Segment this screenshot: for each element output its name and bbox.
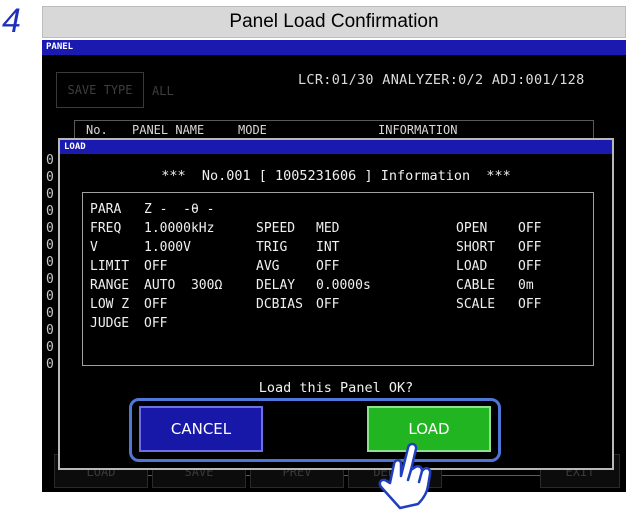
param-label-limit: LIMIT <box>90 259 130 274</box>
row-marker: 0 <box>46 170 54 185</box>
param-value-freq: 1.0000kHz <box>144 221 215 236</box>
row-marker: 0 <box>46 187 54 202</box>
save-type-button[interactable]: SAVE TYPE <box>56 72 144 108</box>
param-label-low-z: LOW Z <box>90 297 130 312</box>
param-label-trig: TRIG <box>256 240 288 255</box>
column-header-information: INFORMATION <box>378 123 458 137</box>
param-value-speed: MED <box>316 221 340 236</box>
param-value-short: OFF <box>518 240 542 255</box>
param-value-dcbias: OFF <box>316 297 340 312</box>
param-value-scale: OFF <box>518 297 542 312</box>
param-label-open: OPEN <box>456 221 488 236</box>
param-value-limit: OFF <box>144 259 168 274</box>
row-marker: 0 <box>46 340 54 355</box>
param-label-scale: SCALE <box>456 297 496 312</box>
column-header-panel-name: PANEL NAME <box>132 123 205 137</box>
step-title: Panel Load Confirmation <box>42 6 626 38</box>
param-value-range: AUTO 300Ω <box>144 278 223 293</box>
row-marker: 0 <box>46 306 54 321</box>
param-label-para: PARA <box>90 202 122 217</box>
row-marker: 0 <box>46 357 54 372</box>
param-label-v: V <box>90 240 98 255</box>
param-value-para: Z - -θ - <box>144 202 215 217</box>
dialog-title: LOAD <box>60 140 612 154</box>
column-header-mode: MODE <box>238 123 267 137</box>
param-label-short: SHORT <box>456 240 496 255</box>
param-value-delay: 0.0000s <box>316 278 371 293</box>
param-label-freq: FREQ <box>90 221 122 236</box>
save-type-value: ALL <box>152 84 174 98</box>
status-readout: LCR:01/30 ANALYZER:0/2 ADJ:001/128 <box>298 72 585 88</box>
screen-title: PANEL <box>42 40 626 55</box>
param-value-avg: OFF <box>316 259 340 274</box>
row-marker: 0 <box>46 204 54 219</box>
param-value-load: OFF <box>518 259 542 274</box>
row-marker: 0 <box>46 255 54 270</box>
param-label-speed: SPEED <box>256 221 296 236</box>
step-number: 4 <box>2 2 21 40</box>
param-label-judge: JUDGE <box>90 316 130 331</box>
row-marker: 0 <box>46 323 54 338</box>
row-marker: 0 <box>46 289 54 304</box>
param-value-open: OFF <box>518 221 542 236</box>
pointing-hand-icon <box>378 442 432 510</box>
column-header-no: No. <box>86 123 108 137</box>
param-label-dcbias: DCBIAS <box>256 297 303 312</box>
dialog-info-header: *** No.001 [ 1005231606 ] Information **… <box>161 168 511 184</box>
row-marker: 0 <box>46 153 54 168</box>
param-value-low-z: OFF <box>144 297 168 312</box>
row-marker: 0 <box>46 238 54 253</box>
param-value-trig: INT <box>316 240 340 255</box>
param-label-avg: AVG <box>256 259 280 274</box>
row-marker: 0 <box>46 221 54 236</box>
load-dialog: LOAD *** No.001 [ 1005231606 ] Informati… <box>58 138 614 470</box>
param-label-delay: DELAY <box>256 278 296 293</box>
row-marker: 0 <box>46 272 54 287</box>
param-value-cable: 0m <box>518 278 534 293</box>
param-value-judge: OFF <box>144 316 168 331</box>
cancel-button[interactable]: CANCEL <box>139 406 263 452</box>
param-label-range: RANGE <box>90 278 130 293</box>
device-screen: PANEL SAVE TYPE ALL LCR:01/30 ANALYZER:0… <box>42 40 626 492</box>
param-label-load: LOAD <box>456 259 488 274</box>
param-label-cable: CABLE <box>456 278 496 293</box>
confirm-prompt: Load this Panel OK? <box>258 380 414 396</box>
param-value-v: 1.000V <box>144 240 191 255</box>
